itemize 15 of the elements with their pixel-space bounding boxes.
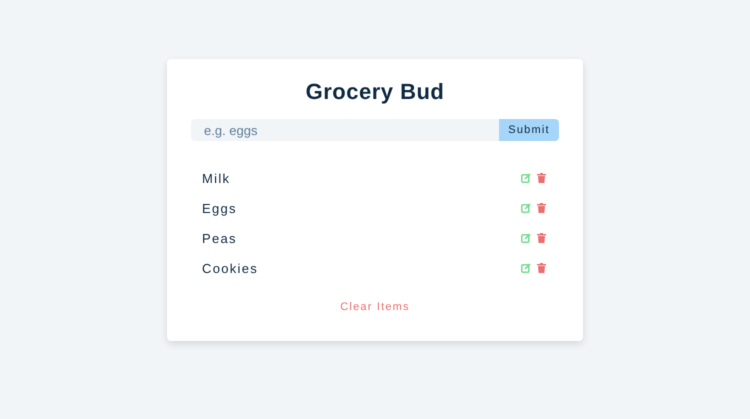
submit-button[interactable]: Submit — [499, 119, 559, 141]
edit-icon[interactable] — [521, 233, 531, 243]
edit-icon[interactable] — [521, 173, 531, 183]
item-name: Eggs — [202, 200, 237, 216]
item-name: Cookies — [202, 260, 258, 276]
item-name: Milk — [202, 170, 230, 186]
edit-icon[interactable] — [521, 263, 531, 273]
app-title: Grocery Bud — [304, 79, 446, 105]
item-name: Peas — [202, 230, 237, 246]
item-input-field[interactable]: e.g. eggs — [191, 119, 499, 141]
delete-icon[interactable] — [537, 203, 546, 213]
delete-icon[interactable] — [537, 233, 546, 243]
delete-icon[interactable] — [537, 263, 546, 273]
edit-icon[interactable] — [521, 203, 531, 213]
delete-icon[interactable] — [537, 173, 546, 183]
